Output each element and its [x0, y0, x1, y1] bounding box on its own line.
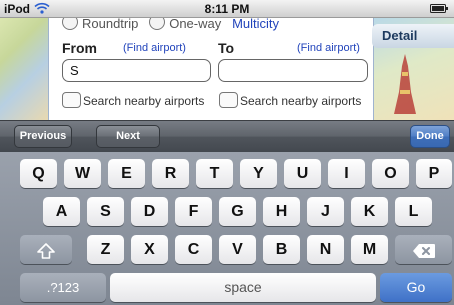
key-o[interactable]: O: [372, 159, 409, 188]
tower-icon: [394, 54, 416, 114]
backspace-icon: [412, 243, 435, 258]
key-k[interactable]: K: [351, 197, 388, 226]
key-a[interactable]: A: [43, 197, 80, 226]
trip-type-row: Roundtrip One-way Multicity: [62, 18, 279, 31]
space-key[interactable]: space: [110, 273, 376, 302]
oneway-label: One-way: [169, 18, 222, 31]
multicity-link[interactable]: Multicity: [232, 18, 279, 31]
key-g[interactable]: G: [219, 197, 256, 226]
key-d[interactable]: D: [131, 197, 168, 226]
form-assistant-bar: Previous Next Done: [0, 120, 454, 152]
key-h[interactable]: H: [263, 197, 300, 226]
nearby-to-option[interactable]: Search nearby airports: [219, 92, 361, 108]
key-f[interactable]: F: [175, 197, 212, 226]
key-s[interactable]: S: [87, 197, 124, 226]
backspace-key[interactable]: [395, 235, 452, 264]
roundtrip-radio[interactable]: [62, 18, 78, 30]
key-z[interactable]: Z: [87, 235, 124, 264]
key-y[interactable]: Y: [240, 159, 277, 188]
key-w[interactable]: W: [64, 159, 101, 188]
key-j[interactable]: J: [307, 197, 344, 226]
from-label: From: [62, 40, 97, 56]
nearby-to-label: Search nearby airports: [240, 94, 362, 108]
key-r[interactable]: R: [152, 159, 189, 188]
key-b[interactable]: B: [263, 235, 300, 264]
key-v[interactable]: V: [219, 235, 256, 264]
map-background-left: [0, 18, 48, 120]
nearby-from-option[interactable]: Search nearby airports: [62, 92, 204, 108]
numbers-key[interactable]: .?123: [20, 273, 106, 302]
details-tab[interactable]: Detail: [372, 24, 454, 48]
keyboard: Q W E R T Y U I O P A S D F G H J K L Z …: [0, 152, 454, 305]
previous-button[interactable]: Previous: [14, 125, 72, 148]
status-clock: 8:11 PM: [204, 2, 250, 16]
find-airport-from-link[interactable]: (Find airport): [123, 42, 186, 54]
find-airport-to-link[interactable]: (Find airport): [297, 42, 360, 54]
key-t[interactable]: T: [196, 159, 233, 188]
battery-icon: [430, 4, 448, 13]
key-p[interactable]: P: [416, 159, 452, 188]
roundtrip-label: Roundtrip: [82, 18, 139, 31]
go-key[interactable]: Go: [380, 273, 452, 302]
key-l[interactable]: L: [395, 197, 432, 226]
key-i[interactable]: I: [328, 159, 365, 188]
key-e[interactable]: E: [108, 159, 145, 188]
key-x[interactable]: X: [131, 235, 168, 264]
shift-icon: [37, 242, 55, 259]
done-button[interactable]: Done: [410, 125, 450, 148]
key-u[interactable]: U: [284, 159, 321, 188]
shift-key[interactable]: [20, 235, 72, 264]
key-n[interactable]: N: [307, 235, 344, 264]
oneway-radio[interactable]: [149, 18, 166, 30]
key-m[interactable]: M: [351, 235, 388, 264]
web-page: Roundtrip One-way Multicity From (Find a…: [0, 18, 454, 120]
from-input[interactable]: S: [62, 59, 211, 82]
to-input[interactable]: [218, 59, 368, 82]
next-button[interactable]: Next: [96, 125, 160, 148]
status-bar: iPod 8:11 PM: [0, 0, 454, 18]
nearby-to-checkbox[interactable]: [219, 92, 238, 108]
to-label: To: [218, 40, 235, 56]
key-q[interactable]: Q: [20, 159, 57, 188]
nearby-from-label: Search nearby airports: [83, 94, 205, 108]
nearby-from-checkbox[interactable]: [62, 92, 81, 108]
key-c[interactable]: C: [175, 235, 212, 264]
